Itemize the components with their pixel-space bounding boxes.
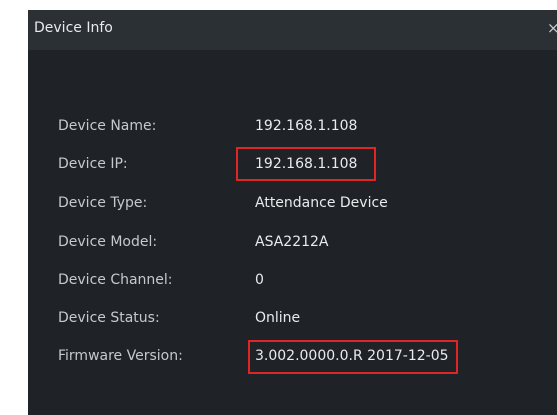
- device-model-row: Device Model: ASA2212A: [28, 232, 557, 256]
- device-name-label: Device Name:: [58, 118, 157, 134]
- firmware-version-highlight-box: [248, 340, 458, 374]
- window-title: Device Info: [34, 20, 113, 36]
- titlebar: Device Info ×: [28, 10, 557, 50]
- device-ip-label: Device IP:: [58, 156, 128, 172]
- device-channel-label: Device Channel:: [58, 272, 173, 288]
- device-type-row: Device Type: Attendance Device: [28, 193, 557, 217]
- close-button[interactable]: ×: [547, 18, 557, 38]
- device-model-label: Device Model:: [58, 234, 158, 250]
- device-channel-row: Device Channel: 0: [28, 270, 557, 294]
- device-name-row: Device Name: 192.168.1.108: [28, 116, 557, 140]
- device-type-label: Device Type:: [58, 195, 148, 211]
- device-info-window: Device Info × Device Name: 192.168.1.108…: [28, 10, 557, 415]
- device-status-label: Device Status:: [58, 310, 160, 326]
- device-model-value: ASA2212A: [255, 234, 329, 250]
- device-status-value: Online: [255, 310, 301, 326]
- device-status-row: Device Status: Online: [28, 308, 557, 332]
- firmware-version-label: Firmware Version:: [58, 348, 183, 364]
- device-channel-value: 0: [255, 272, 264, 288]
- device-ip-highlight-box: [236, 147, 376, 181]
- device-name-value: 192.168.1.108: [255, 118, 358, 134]
- device-type-value: Attendance Device: [255, 195, 388, 211]
